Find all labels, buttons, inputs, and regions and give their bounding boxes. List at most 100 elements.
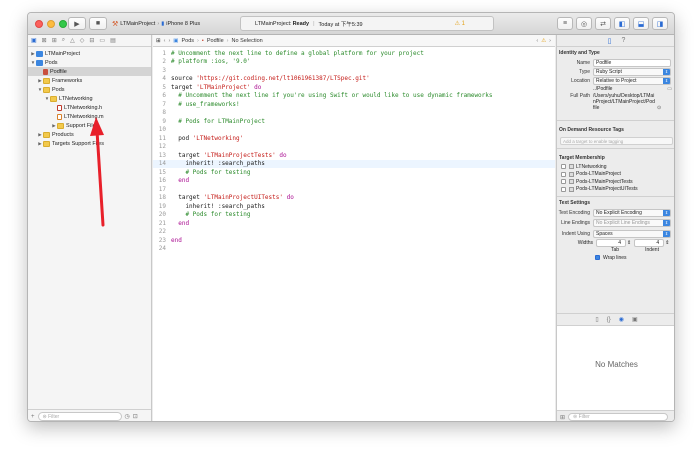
type-select[interactable]: Ruby Script ⇕ xyxy=(593,67,671,76)
navigator-item[interactable]: ▼ Pods xyxy=(28,85,151,94)
code-line[interactable]: 6 # Uncomment the next line if you're us… xyxy=(153,92,555,101)
back-arrow-icon[interactable]: ‹ xyxy=(164,38,166,44)
target-checkbox[interactable] xyxy=(561,164,566,170)
code-line[interactable]: 12 xyxy=(153,143,555,152)
media-library-icon[interactable]: ▣ xyxy=(632,316,638,323)
code-area[interactable]: 1 # Uncomment the next line to define a g… xyxy=(153,49,555,253)
issue-icon[interactable]: △ xyxy=(70,37,75,44)
toggle-debug-area-button[interactable]: ⬓ xyxy=(633,17,649,30)
run-button[interactable]: ▶ xyxy=(68,17,86,30)
scheme-selector[interactable]: ⚒ LTMainProject › ▮ iPhone 8 Plus xyxy=(112,17,234,30)
jumpbar-crumb-pods[interactable]: Pods xyxy=(182,38,195,44)
navigator-item[interactable]: Podfile xyxy=(28,67,151,76)
target-checkbox[interactable] xyxy=(561,179,566,185)
library-filter-field[interactable]: ⊜ Filter xyxy=(568,413,669,421)
folder-icon[interactable]: ▣ xyxy=(31,37,37,44)
indent-select[interactable]: Spaces ⇕ xyxy=(593,229,671,238)
report-icon[interactable]: ▤ xyxy=(110,37,116,44)
code-snippet-icon[interactable]: {} xyxy=(607,317,611,323)
toggle-utilities-button[interactable]: ◨ xyxy=(652,17,668,30)
warning-icon[interactable]: ⚠ xyxy=(541,38,546,44)
jumpbar-crumb-selection[interactable]: No Selection xyxy=(232,38,263,44)
debug-icon[interactable]: ⊟ xyxy=(89,37,94,44)
code-line[interactable]: 10 xyxy=(153,126,555,135)
code-line[interactable]: 2 # platform :ios, '9.0' xyxy=(153,58,555,67)
code-line[interactable]: 9 # Pods for LTMainProject xyxy=(153,117,555,126)
line-endings-select[interactable]: No Explicit Line Endings ⇕ xyxy=(593,218,671,227)
source-control-icon[interactable]: ⊠ xyxy=(42,37,47,44)
close-window-button[interactable] xyxy=(35,19,43,28)
indent-width-stepper-icon[interactable]: ⇕ xyxy=(665,240,669,246)
toggle-navigator-button[interactable]: ◧ xyxy=(614,17,630,30)
breakpoint-icon[interactable]: ▭ xyxy=(99,37,105,44)
code-line[interactable]: 20 # Pods for testing xyxy=(153,211,555,220)
file-template-icon[interactable]: ▯ xyxy=(595,316,598,323)
navigator-item[interactable]: ▶ Targets Support Files xyxy=(28,139,151,148)
code-line[interactable]: 5 target 'LTMainProject' do xyxy=(153,83,555,92)
code-line[interactable]: 15 # Pods for testing xyxy=(153,168,555,177)
code-line[interactable]: 11 pod 'LTNetworking' xyxy=(153,134,555,143)
code-line[interactable]: 17 xyxy=(153,185,555,194)
tab-width-field[interactable]: 4 xyxy=(596,238,626,247)
scm-filter-icon[interactable]: ⊡ xyxy=(133,413,138,420)
zoom-window-button[interactable] xyxy=(59,19,67,28)
code-line[interactable]: 4 source 'https://git.coding.net/lt106196… xyxy=(153,75,555,84)
add-icon[interactable]: + xyxy=(31,414,35,420)
quick-help-icon[interactable]: ? xyxy=(621,37,625,44)
version-editor-button[interactable]: ⇄ xyxy=(595,17,611,30)
navigator-filter-field[interactable]: ⊜ Filter xyxy=(37,412,122,421)
code-line[interactable]: 21 end xyxy=(153,219,555,228)
tab-width-stepper-icon[interactable]: ⇕ xyxy=(627,240,631,246)
code-line[interactable]: 16 end xyxy=(153,177,555,186)
code-line[interactable]: 7 # use_frameworks! xyxy=(153,100,555,109)
navigator-item[interactable]: LTNetworking.h xyxy=(28,103,151,112)
target-checkbox[interactable] xyxy=(561,186,566,192)
odr-tag-field[interactable]: Add a target to enable tagging xyxy=(560,137,673,145)
code-line[interactable]: 3 xyxy=(153,66,555,75)
navigator-item[interactable]: ▶ Frameworks xyxy=(28,76,151,85)
location-row: Location Relative to Project ⇕ xyxy=(557,76,674,85)
code-line[interactable]: 8 xyxy=(153,109,555,118)
navigator-item[interactable]: ▼ LTNetworking xyxy=(28,94,151,103)
warning-badge[interactable]: ⚠ 1 xyxy=(455,20,465,27)
related-items-icon[interactable]: ⊞ xyxy=(156,38,161,44)
code-line[interactable]: 18 target 'LTMainProjectUITests' do xyxy=(153,194,555,203)
recent-files-icon[interactable]: ◷ xyxy=(125,413,130,420)
stop-button[interactable]: ■ xyxy=(89,17,107,30)
location-select[interactable]: Relative to Project ⇕ xyxy=(593,76,671,85)
code-line[interactable]: 22 xyxy=(153,228,555,237)
navigator-item[interactable]: ▶ Support Files xyxy=(28,121,151,130)
code-line[interactable]: 1 # Uncomment the next line to define a g… xyxy=(153,49,555,58)
name-field[interactable]: Podfile xyxy=(593,58,671,67)
navigator-item[interactable]: ▶ LTMainProject xyxy=(28,49,151,58)
assistant-editor-button[interactable]: ◎ xyxy=(576,17,592,30)
file-inspector-icon[interactable]: ▯ xyxy=(608,37,612,45)
reveal-in-finder-icon[interactable]: ⊙ xyxy=(657,105,661,111)
code-token: 'https://git.coding.net/lt1061961387/LTS… xyxy=(196,75,370,83)
navigator-item[interactable]: LTNetworking.m xyxy=(28,112,151,121)
folder-reveal-icon[interactable]: ▭ xyxy=(667,86,672,92)
test-icon[interactable]: ◇ xyxy=(80,37,85,44)
wrap-lines-checkbox[interactable] xyxy=(595,255,600,260)
grid-view-icon[interactable]: ⊞ xyxy=(560,414,565,421)
navigator-item[interactable]: ▶ Products xyxy=(28,130,151,139)
search-icon[interactable]: ⌕ xyxy=(62,37,65,44)
object-library-icon[interactable]: ◉ xyxy=(619,316,624,323)
code-line[interactable]: 24 xyxy=(153,245,555,254)
forward-arrow-icon[interactable]: › xyxy=(168,38,170,44)
indent-width-field[interactable]: 4 xyxy=(634,238,665,247)
issue-next-icon[interactable]: › xyxy=(549,38,551,44)
code-line[interactable]: 23 end xyxy=(153,236,555,245)
navigator-item[interactable]: ▼ Pods xyxy=(28,58,151,67)
code-line[interactable]: 19 inherit! :search_paths xyxy=(153,202,555,211)
code-line[interactable]: 14 inherit! :search_paths xyxy=(153,159,555,168)
minimize-window-button[interactable] xyxy=(47,19,55,28)
standard-editor-button[interactable]: ≡ xyxy=(557,17,573,30)
jumpbar-crumb-podfile[interactable]: Podfile xyxy=(207,38,224,44)
navigator-filter-placeholder: Filter xyxy=(48,413,60,420)
issue-prev-icon[interactable]: ‹ xyxy=(536,38,538,44)
target-checkbox[interactable] xyxy=(561,171,566,177)
encoding-select[interactable]: No Explicit Encoding ⇕ xyxy=(593,208,671,217)
code-line[interactable]: 13 target 'LTMainProjectTests' do xyxy=(153,151,555,160)
symbol-icon[interactable]: ⊞ xyxy=(52,37,57,44)
